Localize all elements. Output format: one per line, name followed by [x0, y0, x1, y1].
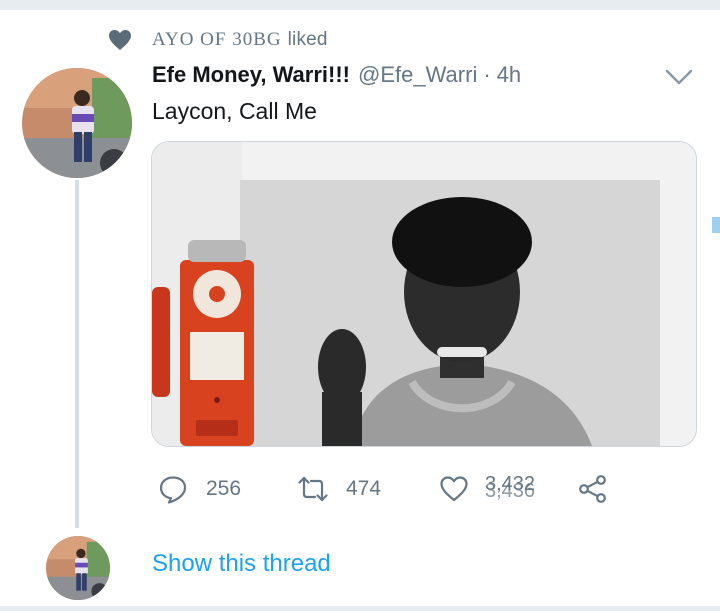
liked-suffix: liked — [287, 29, 328, 50]
author-avatar[interactable] — [22, 68, 132, 178]
social-context: AYO OF 30BG liked — [108, 26, 328, 54]
share-icon — [579, 475, 606, 503]
reply-icon — [159, 476, 187, 504]
liked-label: AYO OF 30BG liked — [152, 29, 328, 51]
tweet-header: Efe Money, Warri!!! @Efe_Warri · 4h — [152, 62, 521, 88]
like-button[interactable]: 3,432 3,436 — [439, 470, 545, 508]
liker-name[interactable]: AYO OF 30BG — [152, 29, 282, 50]
share-button[interactable] — [578, 470, 608, 508]
thread-avatar[interactable] — [46, 536, 110, 600]
author-handle[interactable]: @Efe_Warri — [358, 62, 477, 88]
tweet-media[interactable] — [151, 141, 697, 447]
retweet-button[interactable]: 474 — [298, 470, 381, 508]
top-divider — [0, 0, 720, 10]
avatar-photo-small — [46, 536, 110, 600]
separator-dot: · — [483, 62, 491, 87]
chevron-down-icon[interactable] — [664, 66, 694, 88]
author-display-name[interactable]: Efe Money, Warri!!! — [152, 62, 350, 88]
media-image — [152, 142, 696, 446]
heart-icon — [440, 476, 468, 502]
tweet-text: Laycon, Call Me — [152, 98, 317, 124]
like-count: 3,432 3,436 — [485, 473, 545, 502]
like-count-current: 3,436 — [485, 480, 536, 502]
retweet-count: 474 — [346, 477, 382, 500]
bottom-divider — [0, 606, 720, 611]
tweet-timestamp[interactable]: 4h — [497, 62, 521, 88]
heart-filled-icon — [109, 30, 131, 50]
thread-connector-line — [75, 180, 79, 528]
scroll-indicator — [712, 217, 720, 233]
reply-count: 256 — [206, 477, 242, 500]
retweet-icon — [298, 476, 328, 502]
reply-button[interactable]: 256 — [158, 470, 241, 508]
avatar-photo — [22, 68, 132, 178]
show-thread-link[interactable]: Show this thread — [152, 550, 331, 578]
